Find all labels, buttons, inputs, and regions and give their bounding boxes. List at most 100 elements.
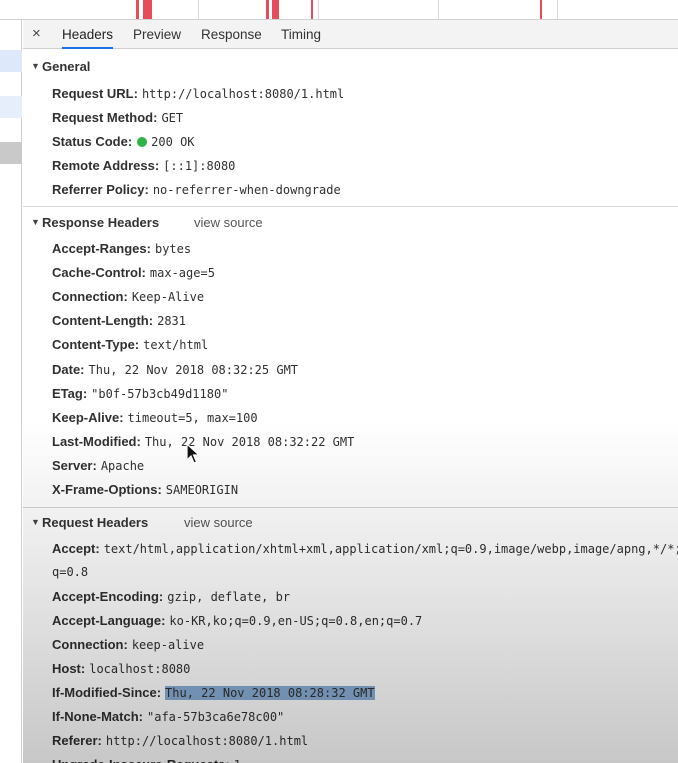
header-value: text/html,application/xhtml+xml,applicat… (103, 542, 678, 556)
header-value: bytes (154, 242, 192, 256)
header-key: If-None-Match: (52, 709, 143, 724)
header-key: Status Code: (52, 134, 133, 149)
header-value: Keep-Alive (131, 290, 205, 304)
header-value: "b0f-57b3cb49d1180" (91, 387, 229, 401)
timeline-bar (272, 0, 279, 19)
header-key: ETag: (52, 386, 88, 401)
response-header-row: Content-Type: text/html (52, 337, 678, 359)
response-header-row: Accept-Ranges: bytes (52, 241, 678, 263)
response-header-row: Cache-Control: max-age=5 (52, 265, 678, 287)
response-header-row: Last-Modified: Thu, 22 Nov 2018 08:32:22 … (52, 434, 678, 456)
view-source-link[interactable]: view source (194, 215, 263, 230)
header-value: "afa-57b3ca6e78c00" (147, 710, 285, 724)
header-value: 1 (234, 758, 241, 763)
section-response-headers[interactable]: ▼ Response Headers view source (23, 212, 678, 234)
triangle-down-icon[interactable]: ▼ (31, 217, 40, 227)
general-row: Referrer Policy: no-referrer-when-downgra… (52, 182, 678, 204)
section-title: Request Headers (42, 515, 149, 530)
triangle-down-icon[interactable]: ▼ (31, 517, 40, 527)
timeline-gridline (198, 0, 199, 19)
header-key: Server: (52, 458, 97, 473)
general-row: Request Method: GET (52, 110, 678, 132)
timeline-gridline (438, 0, 439, 19)
view-source-link[interactable]: view source (184, 515, 253, 530)
header-value: Thu, 22 Nov 2018 08:32:22 GMT (144, 435, 355, 449)
section-title: Response Headers (42, 215, 160, 230)
header-value: keep-alive (131, 638, 205, 652)
green-dot-icon (137, 137, 148, 147)
request-header-row: Host: localhost:8080 (52, 661, 678, 683)
header-key: X-Frame-Options: (52, 482, 162, 497)
section-divider (23, 507, 678, 508)
header-value: max-age=5 (149, 266, 215, 280)
timeline-bar (136, 0, 139, 19)
header-value: [::1]:8080 (163, 159, 236, 173)
header-key: Connection: (52, 289, 128, 304)
close-icon[interactable]: × (32, 25, 46, 43)
timeline-bar (311, 0, 313, 19)
section-request-headers[interactable]: ▼ Request Headers view source (23, 512, 678, 534)
request-row[interactable] (0, 96, 22, 118)
timeline-bar (143, 0, 152, 19)
header-key: Accept-Ranges: (52, 241, 151, 256)
request-list[interactable] (0, 20, 22, 763)
header-key: Date: (52, 362, 85, 377)
response-header-row: X-Frame-Options: SAMEORIGIN (52, 482, 678, 504)
header-key: Remote Address: (52, 158, 160, 173)
header-value: 200 OK (151, 135, 195, 149)
request-row-selected[interactable] (0, 142, 22, 164)
tab-timing[interactable]: Timing (281, 27, 321, 49)
general-row: Remote Address: [::1]:8080 (52, 158, 678, 180)
header-key: Accept-Language: (52, 613, 166, 628)
timeline-bar (266, 0, 269, 19)
headers-panel: ▼ General Request URL: http://localhost:8… (23, 50, 678, 763)
timeline-gridline (318, 0, 319, 19)
response-header-row: Server: Apache (52, 458, 678, 480)
header-key: If-Modified-Since: (52, 685, 162, 700)
header-value: timeout=5, max=100 (127, 411, 258, 425)
header-value-selected[interactable]: Thu, 22 Nov 2018 08:28:32 GMT (165, 686, 375, 700)
header-value: Thu, 22 Nov 2018 08:32:25 GMT (88, 363, 299, 377)
header-value: http://localhost:8080/1.html (105, 734, 309, 748)
header-key: Connection: (52, 637, 128, 652)
header-value: no-referrer-when-downgrade (152, 183, 341, 197)
request-header-row: q=0.8 (52, 564, 678, 586)
header-value: gzip, deflate, br (167, 590, 291, 604)
header-value: Apache (100, 459, 145, 473)
timeline-bar (540, 0, 542, 19)
request-row[interactable] (0, 50, 22, 72)
response-header-row: Date: Thu, 22 Nov 2018 08:32:25 GMT (52, 362, 678, 384)
response-header-row: Content-Length: 2831 (52, 313, 678, 335)
mouse-pointer-icon (186, 443, 201, 464)
header-key: Content-Type: (52, 337, 140, 352)
header-key: Accept-Encoding: (52, 589, 164, 604)
request-header-row: Referer: http://localhost:8080/1.html (52, 733, 678, 755)
header-key: Keep-Alive: (52, 410, 124, 425)
tab-headers[interactable]: Headers (62, 27, 114, 49)
header-key: Content-Length: (52, 313, 154, 328)
tab-response[interactable]: Response (201, 27, 262, 49)
header-value: localhost:8080 (89, 662, 191, 676)
general-row: Status Code: 200 OK (52, 134, 678, 156)
header-key: Accept: (52, 541, 100, 556)
header-value: SAMEORIGIN (165, 483, 239, 497)
network-timeline[interactable] (0, 0, 678, 20)
details-tab-bar: × Headers Preview Response Timing (23, 20, 678, 49)
triangle-down-icon[interactable]: ▼ (31, 61, 40, 71)
header-key: Upgrade-Insecure-Requests: (52, 757, 230, 763)
header-key: Referer: (52, 733, 102, 748)
request-header-row: Accept-Encoding: gzip, deflate, br (52, 589, 678, 611)
header-value-continuation: q=0.8 (52, 565, 89, 579)
section-divider (23, 206, 678, 207)
request-header-row: If-None-Match: "afa-57b3ca6e78c00" (52, 709, 678, 731)
timeline-gridline (557, 0, 558, 19)
header-value: 2831 (157, 314, 186, 328)
header-key: Cache-Control: (52, 265, 146, 280)
section-general[interactable]: ▼ General (23, 56, 678, 78)
header-key: Request URL: (52, 86, 138, 101)
response-header-row: ETag: "b0f-57b3cb49d1180" (52, 386, 678, 408)
response-header-row: Connection: Keep-Alive (52, 289, 678, 311)
response-header-row: Keep-Alive: timeout=5, max=100 (52, 410, 678, 432)
tab-preview[interactable]: Preview (133, 27, 181, 49)
general-row: Request URL: http://localhost:8080/1.html (52, 86, 678, 108)
